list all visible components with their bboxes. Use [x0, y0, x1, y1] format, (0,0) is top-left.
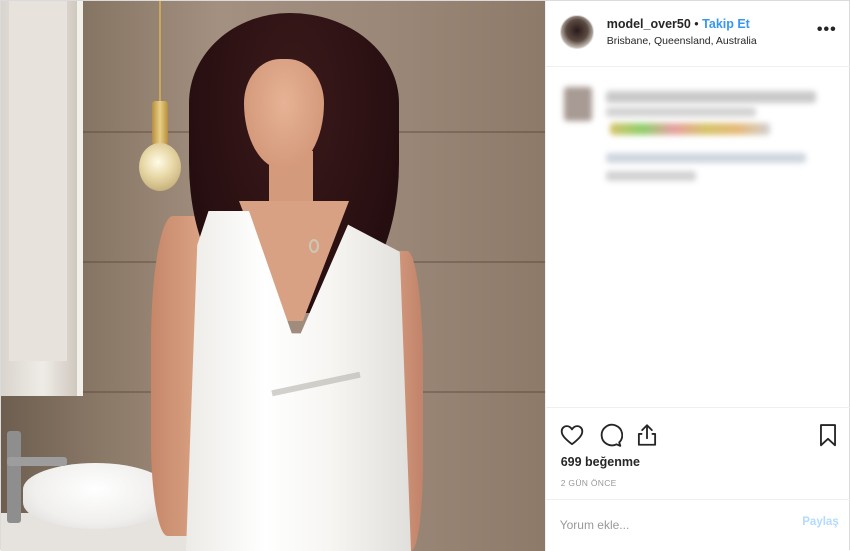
instagram-post: model_over50 • Takip Et Brisbane, Queens… [0, 0, 850, 551]
post-timestamp[interactable]: 2 GÜN ÖNCE [561, 478, 617, 488]
comment-input[interactable] [559, 514, 780, 536]
likes-count[interactable]: 699 beğenme [561, 455, 640, 469]
avatar[interactable] [559, 15, 594, 49]
blurred-caption-line [605, 153, 806, 163]
blurred-emoji-row [609, 123, 770, 135]
pendant-bulb [139, 143, 181, 191]
caption-area [546, 67, 850, 403]
faucet [7, 431, 21, 523]
more-options-icon[interactable]: ••• [817, 21, 837, 39]
post-comment-button[interactable]: Paylaş [802, 516, 838, 528]
blurred-commenter-avatar [563, 87, 592, 121]
username-line: model_over50 • Takip Et [607, 17, 750, 31]
sink-basin [23, 463, 168, 529]
blurred-caption-line [605, 107, 756, 117]
pendant-socket [152, 101, 168, 145]
follow-button[interactable]: Takip Et [702, 17, 750, 31]
post-side-panel: model_over50 • Takip Et Brisbane, Queens… [544, 1, 850, 551]
mirror [1, 1, 83, 396]
comment-icon[interactable] [597, 422, 623, 448]
post-photo[interactable] [1, 1, 545, 551]
necklace-pendant [309, 239, 319, 253]
pendant-cord [159, 1, 161, 106]
post-header: model_over50 • Takip Et Brisbane, Queens… [545, 1, 850, 67]
heart-icon[interactable] [559, 422, 585, 448]
comment-bar: Paylaş [545, 499, 850, 551]
faucet-arm [7, 457, 67, 466]
post-actions: 699 beğenme 2 GÜN ÖNCE [545, 407, 850, 499]
bookmark-icon[interactable] [815, 422, 841, 448]
username-link[interactable]: model_over50 [607, 17, 691, 31]
location-link[interactable]: Brisbane, Queensland, Australia [607, 35, 757, 47]
share-icon[interactable] [634, 422, 660, 448]
separator-dot: • [694, 17, 699, 31]
blurred-caption-line [605, 91, 816, 103]
blurred-caption-line [605, 171, 696, 181]
